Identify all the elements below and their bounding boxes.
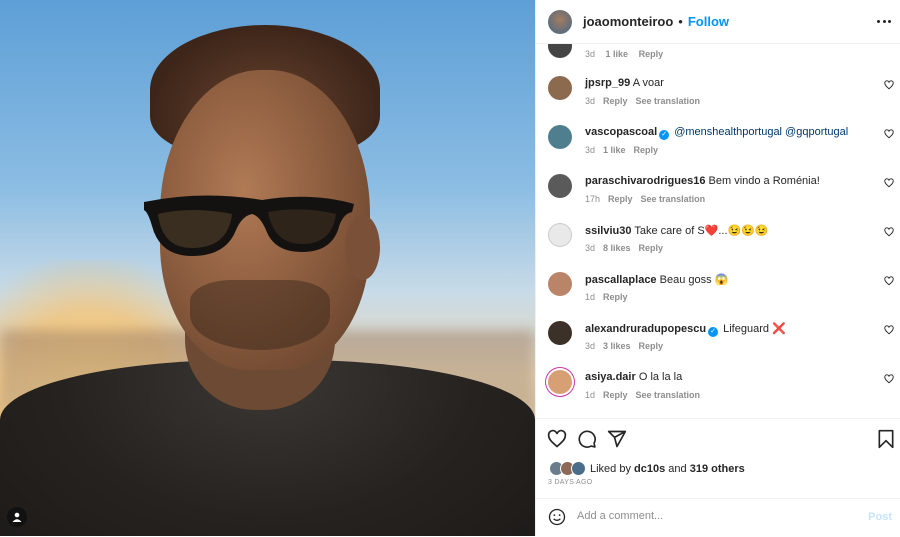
comment-text: Bem vindo a Roménia! (708, 175, 820, 187)
reply-button[interactable]: Reply (608, 194, 633, 204)
comment-time: 3d (585, 341, 596, 351)
comment-likes[interactable]: 3 likes (603, 341, 631, 351)
heart-icon[interactable] (884, 80, 894, 90)
comment-time: 17h (585, 194, 601, 204)
likes-summary: Liked by dc10s and 319 others (549, 461, 745, 476)
post-header: joaomonteiroo • Follow (536, 0, 900, 44)
reply-button[interactable]: Reply (639, 243, 664, 253)
post-button[interactable]: Post (868, 511, 892, 523)
sunglasses (144, 195, 354, 256)
comment-likes[interactable]: 1 like (606, 49, 629, 59)
comment-username[interactable]: asiya.dair (585, 371, 636, 383)
comment-likes[interactable]: 8 likes (603, 243, 631, 253)
comments-panel: joaomonteiroo • Follow 3d 1 like Reply j… (535, 0, 900, 536)
comments-list[interactable]: 3d 1 like Reply jpsrp_99 A voar 3d Reply S… (536, 44, 900, 418)
comment-likes[interactable]: 1 like (603, 145, 626, 155)
emoji-icon[interactable] (548, 508, 566, 526)
see-translation-link[interactable]: See translation (641, 194, 706, 204)
see-translation-link[interactable]: See translation (636, 96, 701, 106)
heart-icon[interactable] (884, 129, 894, 139)
see-translation-link[interactable]: See translation (636, 390, 701, 400)
heart-icon[interactable] (884, 374, 894, 384)
heart-icon[interactable] (884, 178, 894, 188)
reply-button[interactable]: Reply (603, 292, 628, 302)
verified-icon: ✓ (708, 327, 719, 337)
comment-time: 3d (585, 96, 596, 106)
comment-text: Beau goss 😱 (659, 274, 729, 286)
post-date[interactable]: 3 DAYS AGO (548, 479, 593, 486)
separator-dot: • (678, 14, 683, 29)
comment-item: pascallaplace Beau goss 😱 1d Reply (536, 272, 900, 321)
avatar[interactable] (548, 44, 572, 58)
reply-button[interactable]: Reply (639, 341, 664, 351)
avatar[interactable] (548, 174, 572, 198)
author-avatar[interactable] (548, 9, 572, 34)
reply-button[interactable]: Reply (639, 49, 664, 59)
comment-username[interactable]: vascopascoal (585, 126, 657, 138)
camera-icon[interactable] (7, 507, 27, 527)
follow-button[interactable]: Follow (688, 14, 729, 29)
heart-icon[interactable] (884, 227, 894, 237)
liker-avatars[interactable] (549, 461, 589, 476)
share-icon[interactable] (607, 429, 627, 449)
comment-time: 3d (585, 243, 596, 253)
comment-text: A voar (632, 77, 664, 89)
comment-item: vascopascoal ✓ @menshealthportugal @gqpor… (536, 125, 900, 174)
comment-username[interactable]: paraschivarodrigues16 (585, 175, 705, 187)
comment-username[interactable]: jpsrp_99 (585, 77, 630, 89)
comment-time: 1d (585, 390, 596, 400)
avatar[interactable] (548, 272, 572, 296)
comment-text: Lifeguard ❌ (723, 323, 786, 335)
comment-username[interactable]: alexandruradupopescu (585, 323, 706, 335)
likes-text[interactable]: Liked by dc10s and 319 others (590, 463, 745, 475)
comment-item: ssilviu30 Take care of S❤️...😉😉😉 3d 8 lik… (536, 223, 900, 272)
comment-text: O la la la (638, 371, 683, 383)
bookmark-icon[interactable] (876, 429, 896, 449)
comment-item: alexandruradupopescu ✓ Lifeguard ❌ 3d 3 li… (536, 321, 900, 370)
comment-item: asiya.dair O la la la 1d Reply See transla… (536, 370, 900, 418)
post-photo[interactable] (0, 0, 535, 536)
avatar[interactable] (548, 370, 572, 394)
comment-time: 3d (585, 49, 596, 59)
beard (190, 280, 330, 350)
avatar[interactable] (548, 76, 572, 100)
avatar[interactable] (548, 223, 572, 247)
reply-button[interactable]: Reply (634, 145, 659, 155)
comment-icon[interactable] (577, 429, 597, 449)
comment-text[interactable]: @menshealthportugal @gqportugal (674, 126, 848, 138)
comment-item: jpsrp_99 A voar 3d Reply See translation (536, 76, 900, 125)
action-bar (536, 418, 900, 455)
verified-icon: ✓ (659, 130, 670, 140)
comment-item: paraschivarodrigues16 Bem vindo a Roméni… (536, 174, 900, 223)
heart-icon[interactable] (547, 429, 567, 449)
more-icon[interactable] (877, 13, 891, 29)
comment-time: 3d (585, 145, 596, 155)
reply-button[interactable]: Reply (603, 390, 628, 400)
heart-icon[interactable] (884, 276, 894, 286)
avatar[interactable] (548, 321, 572, 345)
comment-username[interactable]: ssilviu30 (585, 225, 631, 237)
avatar[interactable] (548, 125, 572, 149)
comment-username[interactable]: pascallaplace (585, 274, 657, 286)
heart-icon[interactable] (884, 325, 894, 335)
comment-time: 1d (585, 292, 596, 302)
add-comment-input[interactable] (577, 510, 847, 522)
author-username[interactable]: joaomonteiroo (583, 14, 673, 29)
add-comment-bar: Post (536, 498, 900, 537)
reply-button[interactable]: Reply (603, 96, 628, 106)
comment-partial: 3d 1 like Reply (536, 44, 900, 66)
comment-text: Take care of S❤️...😉😉😉 (634, 225, 769, 237)
